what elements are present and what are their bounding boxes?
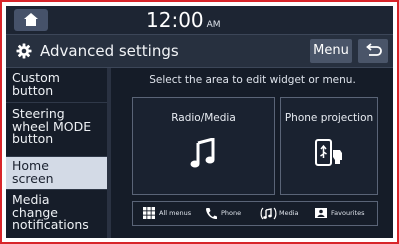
sidebar-item-label: button bbox=[12, 82, 54, 98]
back-icon bbox=[366, 43, 382, 56]
home-icon bbox=[24, 13, 38, 26]
phone-icon bbox=[206, 208, 217, 220]
sidebar-scrollbar[interactable] bbox=[107, 68, 111, 238]
phone-projection-widget-tile[interactable]: Phone projection bbox=[280, 97, 378, 195]
back-button[interactable] bbox=[358, 39, 388, 63]
tile-label: Phone projection bbox=[284, 112, 374, 124]
sidebar-item-media-change-notifications[interactable]: Media change notifications bbox=[6, 190, 108, 238]
shortcut-label: Favourites bbox=[331, 209, 365, 217]
screenshot-frame: 12:00 AM Advanced settings Menu Custom b… bbox=[0, 0, 399, 244]
clock-ampm: AM bbox=[206, 20, 221, 30]
status-bar: 12:00 AM bbox=[6, 6, 393, 34]
shortcut-label: All menus bbox=[159, 209, 192, 217]
radio-media-widget-tile[interactable]: Radio/Media bbox=[132, 97, 275, 195]
clock: 12:00 AM bbox=[146, 8, 221, 32]
shortcut-all-menus[interactable]: All menus bbox=[143, 202, 199, 225]
clock-time: 12:00 bbox=[146, 8, 204, 32]
gear-icon bbox=[16, 43, 32, 59]
instruction-text: Select the area to edit widget or menu. bbox=[149, 74, 356, 86]
music-note-icon bbox=[190, 138, 215, 168]
shortcut-phone[interactable]: Phone bbox=[205, 202, 245, 225]
shortcut-label: Phone bbox=[221, 209, 242, 217]
sidebar-item-label: button bbox=[12, 131, 54, 146]
phone-projection-icon bbox=[315, 139, 342, 166]
shortcut-favourites[interactable]: Favourites bbox=[315, 202, 377, 225]
sidebar-item-home-screen[interactable]: Home screen bbox=[6, 157, 108, 190]
grid-icon bbox=[143, 207, 155, 219]
main-panel: Select the area to edit widget or menu. … bbox=[112, 68, 393, 238]
sidebar-item-steering-wheel-mode-button[interactable]: Steering wheel MODE button bbox=[6, 103, 108, 157]
header-bar: Advanced settings Menu bbox=[6, 34, 393, 68]
menu-button[interactable]: Menu bbox=[310, 39, 352, 63]
tile-label: Radio/Media bbox=[171, 112, 236, 124]
head-unit-screen: 12:00 AM Advanced settings Menu Custom b… bbox=[6, 6, 393, 238]
sidebar: Custom button Steering wheel MODE button… bbox=[6, 68, 108, 238]
favourites-icon bbox=[315, 208, 327, 218]
shortcut-media[interactable]: Media bbox=[260, 202, 306, 225]
shortcut-bar[interactable]: All menus Phone Media Favourites bbox=[132, 201, 378, 226]
page-title: Advanced settings bbox=[40, 42, 179, 60]
media-icon bbox=[260, 207, 277, 220]
sidebar-item-custom-button[interactable]: Custom button bbox=[6, 68, 108, 103]
shortcut-label: Media bbox=[279, 209, 299, 217]
home-button[interactable] bbox=[14, 9, 48, 31]
sidebar-item-label: screen bbox=[12, 170, 54, 186]
sidebar-item-label: notifications bbox=[12, 217, 89, 232]
